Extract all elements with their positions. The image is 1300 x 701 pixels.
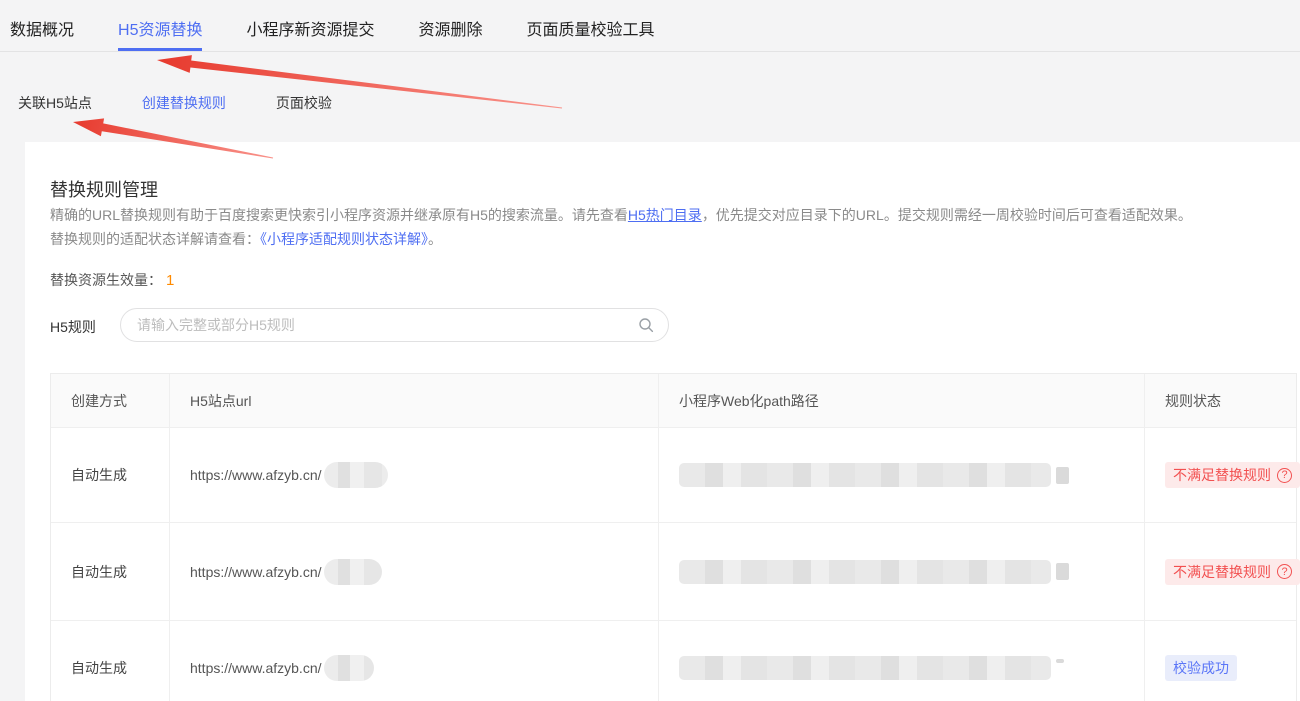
table-header-row: 创建方式 H5站点url 小程序Web化path路径 规则状态 <box>51 374 1296 427</box>
status-text: 不满足替换规则 <box>1173 465 1271 485</box>
tab-resource-delete[interactable]: 资源删除 <box>419 21 483 41</box>
status-badge: 校验成功 <box>1165 655 1237 681</box>
tab-h5-resource-replace[interactable]: H5资源替换 <box>118 21 202 41</box>
redacted-path-blur-end <box>1056 467 1069 484</box>
h5-url-cell: https://www.afzyb.cn/ <box>190 467 322 483</box>
status-text: 不满足替换规则 <box>1173 562 1271 582</box>
create-mode-cell: 自动生成 <box>71 465 127 485</box>
effective-count-label: 替换资源生效量： <box>50 272 162 288</box>
redacted-path-blur <box>679 560 1051 584</box>
tab-data-overview[interactable]: 数据概况 <box>10 21 74 41</box>
subtab-link-h5-site[interactable]: 关联H5站点 <box>18 94 92 112</box>
desc-text: 精确的URL替换规则有助于百度搜索更快索引小程序资源并继承原有H5的搜索流量。请… <box>50 207 628 223</box>
redacted-path-blur-end <box>1056 659 1064 663</box>
table-row: 自动生成 https://www.afzyb.cn/ 校验成功 <box>51 620 1296 701</box>
redacted-path-blur-end <box>1056 563 1069 580</box>
h5-url-cell: https://www.afzyb.cn/ <box>190 564 322 580</box>
table-row: 自动生成 https://www.afzyb.cn/ 不满足替换规则? <box>51 522 1296 620</box>
effective-count-line: 替换资源生效量：1 <box>50 270 174 290</box>
desc-text: 。 <box>428 231 442 247</box>
redacted-url-blur <box>324 655 374 681</box>
header-h5-site-url: H5站点url <box>169 374 658 427</box>
create-mode-cell: 自动生成 <box>71 658 127 678</box>
redacted-path-blur <box>679 463 1051 487</box>
top-tab-bar: 数据概况 H5资源替换 小程序新资源提交 资源删除 页面质量校验工具 <box>0 0 1300 52</box>
search-icon[interactable] <box>638 317 654 333</box>
h5-rule-search-input[interactable] <box>137 317 638 333</box>
rules-table: 创建方式 H5站点url 小程序Web化path路径 规则状态 自动生成 htt… <box>50 373 1297 701</box>
tab-page-quality-check-tool[interactable]: 页面质量校验工具 <box>527 21 655 41</box>
page-title: 替换规则管理 <box>50 176 158 202</box>
help-question-icon[interactable]: ? <box>1277 564 1292 579</box>
redacted-url-blur <box>324 462 388 488</box>
status-badge: 不满足替换规则? <box>1165 462 1300 488</box>
status-text: 校验成功 <box>1173 658 1229 678</box>
effective-count-value: 1 <box>166 272 174 289</box>
h5-rule-search-box <box>120 308 669 342</box>
header-rule-status: 规则状态 <box>1144 374 1296 427</box>
header-create-mode: 创建方式 <box>51 374 169 427</box>
subtab-page-check[interactable]: 页面校验 <box>276 94 332 112</box>
help-question-icon[interactable]: ? <box>1277 468 1292 483</box>
header-miniapp-web-path: 小程序Web化path路径 <box>658 374 1144 427</box>
sub-nav: 关联H5站点 创建替换规则 页面校验 <box>18 94 332 112</box>
tab-miniapp-new-resource-submit[interactable]: 小程序新资源提交 <box>246 21 374 41</box>
table-row: 自动生成 https://www.afzyb.cn/ 不满足替换规则? <box>51 427 1296 522</box>
redacted-url-blur <box>324 559 382 585</box>
adapt-rule-status-doc-link[interactable]: 《小程序适配规则状态详解》 <box>260 231 428 247</box>
create-mode-cell: 自动生成 <box>71 562 127 582</box>
h5-url-cell: https://www.afzyb.cn/ <box>190 660 322 676</box>
description-line-1: 精确的URL替换规则有助于百度搜索更快索引小程序资源并继承原有H5的搜索流量。请… <box>50 203 1192 227</box>
desc-text: 替换规则的适配状态详解请查看： <box>50 231 260 247</box>
status-badge: 不满足替换规则? <box>1165 559 1300 585</box>
subtab-create-replace-rule[interactable]: 创建替换规则 <box>142 94 226 112</box>
desc-text: ，优先提交对应目录下的URL。提交规则需经一周校验时间后可查看适配效果。 <box>702 207 1192 223</box>
description-line-2: 替换规则的适配状态详解请查看：《小程序适配规则状态详解》。 <box>50 227 442 251</box>
h5-rule-filter-label: H5规则 <box>50 317 96 337</box>
h5-hot-directory-link[interactable]: H5热门目录 <box>628 207 702 223</box>
redacted-path-blur <box>679 656 1051 680</box>
